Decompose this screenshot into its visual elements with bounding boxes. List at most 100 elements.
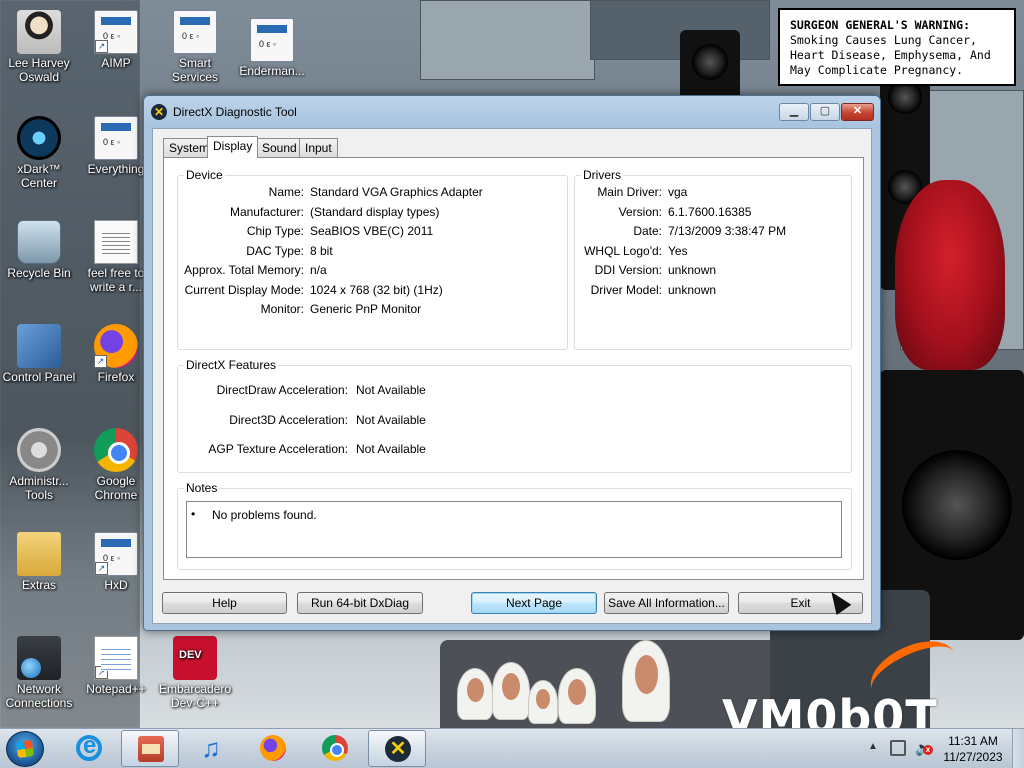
field-label: AGP Texture Acceleration: (208, 442, 348, 456)
minimize-button[interactable]: ▁ (779, 103, 809, 121)
desktop-icon-label: Everything (87, 162, 145, 176)
desktop-icon-dev-cpp[interactable]: Embarcadero Dev-C++ (157, 636, 233, 710)
directx-icon: ✕ (385, 736, 411, 762)
red-figure (895, 180, 1005, 370)
field-label: Date: (633, 224, 662, 238)
chrome-icon (94, 428, 138, 472)
device-display-mode-row: Current Display Mode: 1024 x 768 (32 bit… (178, 283, 569, 299)
tab-input[interactable]: Input (299, 138, 338, 157)
desktop-icon-label: Administr... Tools (9, 474, 69, 502)
driver-model-row: Driver Model: unknown (575, 283, 853, 299)
recycle-bin-icon (17, 220, 61, 264)
desktop-icon-label: Embarcadero Dev-C++ (158, 682, 232, 710)
desktop-icon-label: Extras (21, 578, 56, 592)
taskbar-directx[interactable]: ✕ (368, 730, 426, 767)
taskbar: ♫ ✕ ▲ 🔈 x 11:31 AM 11/27/2023 (0, 728, 1024, 768)
field-label: Manufacturer: (229, 205, 304, 219)
desktop-icon-xdark-center[interactable]: xDark™ Center (1, 116, 77, 190)
desktop-icon-label: Google Chrome (94, 474, 138, 502)
show-hidden-icons-arrow[interactable]: ▲ (868, 741, 878, 752)
desktop-icon-recycle-bin[interactable]: Recycle Bin (1, 220, 77, 280)
desktop-icon-lee-harvey-oswald[interactable]: Lee Harvey Oswald (1, 10, 77, 84)
save-all-information-button[interactable]: Save All Information... (604, 592, 729, 614)
desktop-icon-network-connections[interactable]: Network Connections (1, 636, 77, 710)
drivers-group: Drivers Main Driver: vga Version: 6.1.76… (574, 168, 853, 350)
title-bar[interactable]: ✕ DirectX Diagnostic Tool ▁ ▢ ✕ (144, 96, 880, 128)
desktop-icon-label: Control Panel (2, 370, 76, 384)
hxd-icon: ↗ (94, 532, 138, 576)
driver-whql-row: WHQL Logo'd: Yes (575, 244, 853, 260)
window-title: DirectX Diagnostic Tool (173, 105, 297, 119)
device-group: Device Name: Standard VGA Graphics Adapt… (177, 168, 569, 350)
clock-time[interactable]: 11:31 AM (942, 734, 1004, 748)
background-building (420, 0, 595, 80)
mute-badge-icon: x (923, 745, 933, 755)
taskbar-app[interactable] (121, 730, 179, 767)
music-icon: ♫ (201, 733, 221, 763)
field-label: Main Driver: (597, 185, 662, 199)
field-label: Version: (618, 205, 662, 219)
field-label: Driver Model: (590, 283, 662, 297)
taskbar-music[interactable]: ♫ (182, 730, 240, 767)
field-value: Standard VGA Graphics Adapter (310, 185, 483, 199)
field-label: Chip Type: (246, 224, 304, 238)
ie-icon (76, 732, 102, 761)
field-value: (Standard display types) (310, 205, 440, 219)
desktop-icon-label: Smart Services (171, 56, 218, 84)
taskbar-internet-explorer[interactable] (60, 730, 118, 767)
field-value: 8 bit (310, 244, 333, 258)
next-page-button[interactable]: Next Page (471, 592, 597, 614)
run-64bit-dxdiag-button[interactable]: Run 64-bit DxDiag (297, 592, 423, 614)
field-value: 7/13/2009 3:38:47 PM (668, 224, 787, 238)
directx-diagnostic-window: ✕ DirectX Diagnostic Tool ▁ ▢ ✕ System D… (143, 95, 881, 631)
network-tray-icon[interactable] (890, 740, 906, 756)
start-button[interactable] (6, 731, 44, 767)
devcpp-icon (173, 636, 217, 680)
toilet-figure (622, 640, 670, 722)
desktop-icon-label: Enderman... (239, 64, 305, 78)
desktop-icon-extras[interactable]: Extras (1, 532, 77, 592)
taskbar-firefox[interactable] (244, 730, 302, 767)
clock-date[interactable]: 11/27/2023 (942, 750, 1004, 764)
field-value: 1024 x 768 (32 bit) (1Hz) (310, 283, 443, 297)
desktop-icon-enderman[interactable]: Enderman... (234, 18, 310, 78)
desktop-icon-smart-services[interactable]: Smart Services (157, 10, 233, 84)
desktop-icon-control-panel[interactable]: Control Panel (1, 324, 77, 384)
speaker-figure (680, 30, 740, 100)
tab-display[interactable]: Display (207, 136, 259, 158)
help-button[interactable]: Help (162, 592, 287, 614)
document-icon (94, 220, 138, 264)
desktop-icon-aimp[interactable]: ↗ AIMP (78, 10, 154, 70)
driver-ddi-row: DDI Version: unknown (575, 263, 853, 279)
desktop-icon-notepad-plus-plus[interactable]: ↗ Notepad++ (78, 636, 154, 696)
desktop-icon-label: Notepad++ (86, 682, 146, 696)
desktop-icon-label: feel free to write a r... (87, 266, 145, 294)
device-dac-type-row: DAC Type: 8 bit (178, 244, 569, 260)
field-value: Generic PnP Monitor (310, 302, 422, 316)
device-name-row: Name: Standard VGA Graphics Adapter (178, 185, 569, 201)
taskbar-chrome[interactable] (306, 730, 364, 767)
driver-main-row: Main Driver: vga (575, 185, 853, 201)
tab-sound[interactable]: Sound (256, 138, 303, 157)
aimp-icon: ↗ (94, 10, 138, 54)
field-label: DirectDraw Acceleration: (216, 383, 348, 397)
desktop-icon-label: Recycle Bin (7, 266, 71, 280)
device-chip-type-row: Chip Type: SeaBIOS VBE(C) 2011 (178, 224, 569, 240)
field-label: WHQL Logo'd: (584, 244, 662, 258)
feature-direct3d-row: Direct3D Acceleration: Not Available (178, 413, 853, 429)
display-tab-panel: Device Name: Standard VGA Graphics Adapt… (163, 157, 864, 580)
directx-icon: ✕ (151, 104, 167, 120)
field-value: n/a (310, 263, 327, 277)
driver-version-row: Version: 6.1.7600.16385 (575, 205, 853, 221)
field-label: DAC Type: (246, 244, 304, 258)
toilet-figure (528, 680, 558, 724)
xdark-icon (17, 116, 61, 160)
close-button[interactable]: ✕ (841, 103, 874, 121)
field-label: DDI Version: (594, 263, 662, 277)
show-desktop-button[interactable] (1012, 729, 1024, 768)
field-value: unknown (668, 283, 717, 297)
notes-textbox[interactable]: • No problems found. (186, 501, 842, 558)
maximize-button[interactable]: ▢ (810, 103, 840, 121)
desktop-icon-administrative-tools[interactable]: Administr... Tools (1, 428, 77, 502)
chrome-icon (322, 735, 348, 761)
